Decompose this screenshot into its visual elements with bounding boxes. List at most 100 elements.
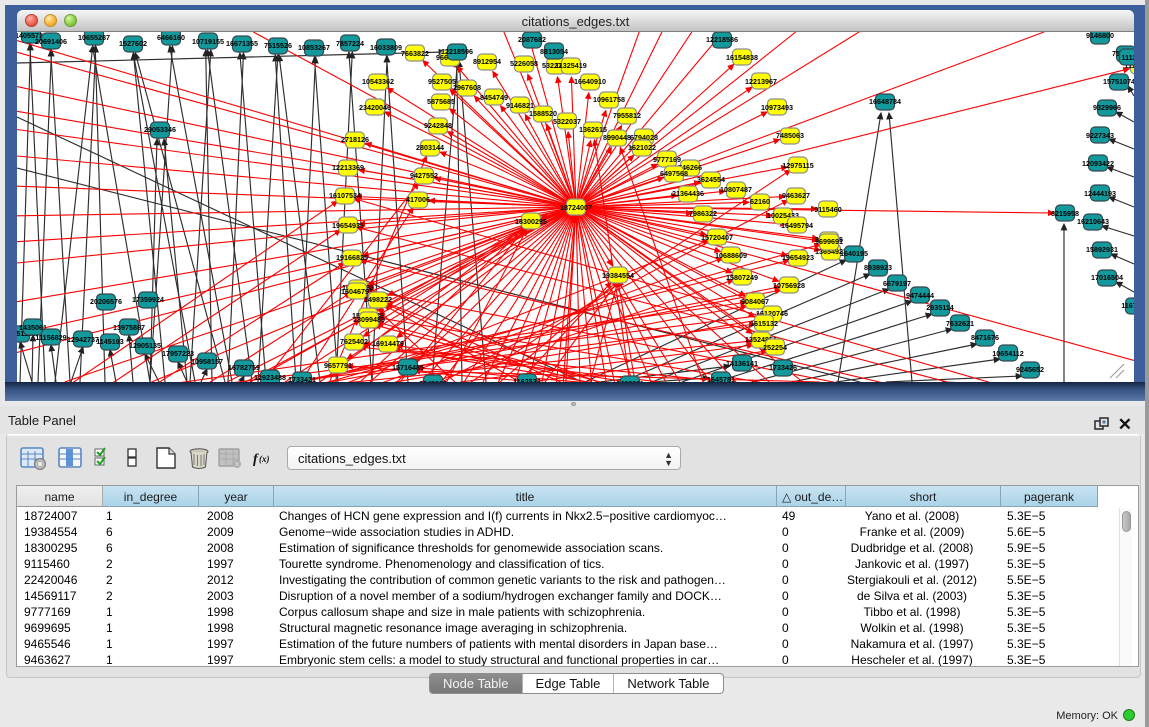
svg-text:29053346: 29053346 (144, 125, 176, 134)
svg-text:9463627: 9463627 (782, 191, 810, 200)
svg-text:7632621: 7632621 (946, 319, 974, 328)
svg-text:10655287: 10655287 (78, 33, 110, 42)
svg-text:15807249: 15807249 (726, 273, 758, 282)
svg-text:14136141: 14136141 (726, 359, 758, 368)
svg-text:1640195: 1640195 (840, 249, 868, 258)
svg-text:12213369: 12213369 (332, 163, 364, 172)
svg-text:1112: 1112 (1121, 53, 1134, 62)
svg-text:21364436: 21364436 (672, 189, 704, 198)
svg-text:10654112: 10654112 (992, 349, 1024, 358)
svg-text:10543362: 10543362 (362, 77, 394, 86)
svg-text:1145193: 1145193 (96, 337, 124, 346)
svg-text:1645781: 1645781 (707, 375, 735, 382)
svg-text:6497568: 6497568 (660, 169, 688, 178)
svg-text:9245013: 9245013 (419, 379, 447, 382)
svg-text:7485063: 7485063 (776, 131, 804, 140)
svg-text:15892931: 15892931 (1086, 245, 1118, 254)
svg-text:12905135: 12905135 (129, 341, 161, 350)
svg-text:18300295: 18300295 (515, 217, 547, 226)
svg-text:16495794: 16495794 (781, 221, 813, 230)
svg-text:9115460: 9115460 (814, 205, 842, 214)
svg-text:19654923: 19654923 (782, 253, 814, 262)
svg-text:8454749: 8454749 (480, 93, 508, 102)
svg-text:2718126: 2718126 (341, 135, 369, 144)
svg-text:9699691: 9699691 (815, 237, 843, 246)
svg-text:15720407: 15720407 (701, 233, 733, 242)
svg-text:19654935: 19654935 (332, 221, 364, 230)
svg-text:8938923: 8938923 (864, 263, 892, 272)
svg-text:23420046: 23420046 (359, 103, 391, 112)
svg-text:7625402: 7625402 (340, 337, 368, 346)
svg-text:10961758: 10961758 (593, 95, 625, 104)
svg-text:7515526: 7515526 (264, 41, 292, 50)
svg-text:18099489: 18099489 (353, 315, 385, 324)
svg-text:11325419: 11325419 (555, 61, 587, 70)
svg-text:3624554: 3624554 (697, 175, 725, 184)
svg-text:1527602: 1527602 (119, 39, 147, 48)
svg-text:5226058: 5226058 (510, 59, 538, 68)
svg-text:10807487: 10807487 (720, 185, 752, 194)
svg-text:417006: 417006 (406, 195, 430, 204)
svg-text:1498222: 1498222 (364, 295, 392, 304)
svg-text:15751074: 15751074 (1103, 77, 1134, 86)
svg-text:19384554: 19384554 (602, 271, 634, 280)
svg-text:16210643: 16210643 (1077, 217, 1109, 226)
svg-text:1615132: 1615132 (750, 319, 778, 328)
svg-text:(x): (x) (259, 454, 270, 464)
svg-text:20206576: 20206576 (90, 297, 122, 306)
svg-text:13975867: 13975867 (113, 323, 145, 332)
svg-text:12975115: 12975115 (782, 161, 814, 170)
svg-text:10958157: 10958157 (191, 357, 223, 366)
svg-text:2967608: 2967608 (453, 83, 481, 92)
svg-text:2087682: 2087682 (518, 35, 546, 44)
svg-text:9657791: 9657791 (324, 361, 352, 370)
svg-text:9084067: 9084067 (741, 297, 769, 306)
svg-text:5875685: 5875685 (427, 97, 455, 106)
svg-text:62160: 62160 (750, 197, 770, 206)
svg-text:9146800: 9146800 (1086, 32, 1114, 40)
svg-text:1733421: 1733421 (288, 375, 316, 382)
svg-text:1167534: 1167534 (1121, 301, 1134, 310)
svg-text:9329966: 9329966 (1093, 103, 1121, 112)
svg-text:6466160: 6466160 (157, 33, 185, 42)
svg-text:9427552: 9427552 (410, 171, 438, 180)
svg-text:12218596: 12218596 (441, 47, 473, 56)
svg-text:10756928: 10756928 (773, 281, 805, 290)
svg-text:10688609: 10688609 (715, 251, 747, 260)
svg-text:10853267: 10853267 (298, 43, 330, 52)
svg-text:12218586: 12218586 (706, 35, 738, 44)
svg-text:7857224: 7857224 (336, 39, 364, 48)
svg-text:12093422: 12093422 (1082, 159, 1114, 168)
svg-text:1621022: 1621022 (628, 143, 656, 152)
svg-text:1733426: 1733426 (769, 363, 797, 372)
svg-text:8813054: 8813054 (540, 47, 568, 56)
svg-text:16107534: 16107534 (329, 191, 361, 200)
svg-text:16033809: 16033809 (370, 43, 402, 52)
svg-text:10719155: 10719155 (192, 37, 224, 46)
svg-text:12942737: 12942737 (67, 335, 99, 344)
svg-text:16671355: 16671355 (226, 39, 258, 48)
svg-text:16154838: 16154838 (726, 53, 758, 62)
svg-text:7986322: 7986322 (689, 209, 717, 218)
svg-text:12923488: 12923488 (254, 373, 286, 382)
svg-text:8471676: 8471676 (971, 333, 999, 342)
svg-text:12444193: 12444193 (1084, 189, 1116, 198)
svg-text:1162533: 1162533 (513, 377, 541, 382)
svg-text:17016504: 17016504 (1091, 273, 1123, 282)
svg-text:16640910: 16640910 (574, 77, 606, 86)
svg-text:20691406: 20691406 (35, 37, 67, 46)
svg-text:16782759: 16782759 (228, 363, 260, 372)
svg-text:9474444: 9474444 (906, 291, 934, 300)
svg-text:16914479: 16914479 (372, 339, 404, 348)
svg-text:17957223: 17957223 (162, 349, 194, 358)
svg-text:17359924: 17359924 (132, 295, 164, 304)
svg-text:2935114: 2935114 (926, 303, 954, 312)
svg-text:9777169: 9777169 (653, 155, 681, 164)
svg-text:11156829: 11156829 (35, 333, 66, 342)
svg-text:6679197: 6679197 (883, 279, 911, 288)
svg-text:8215958: 8215958 (1051, 209, 1079, 218)
svg-text:9242848: 9242848 (424, 121, 452, 130)
svg-text:10973493: 10973493 (761, 103, 793, 112)
svg-text:7663822: 7663822 (401, 49, 429, 58)
svg-text:9460011: 9460011 (616, 379, 644, 382)
